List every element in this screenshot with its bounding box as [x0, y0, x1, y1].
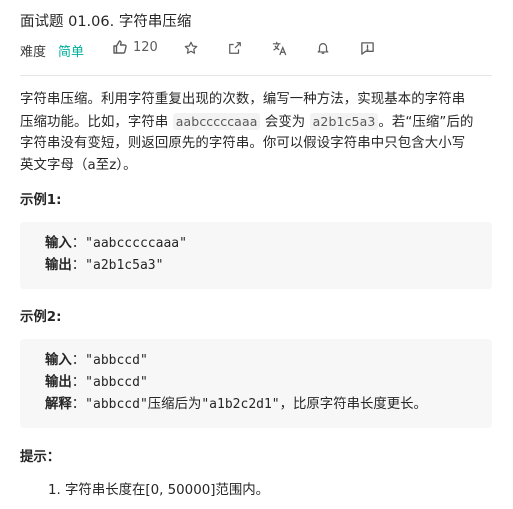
hints-heading: 提示： [20, 450, 61, 465]
output-label: 输出 [45, 375, 72, 390]
bell-icon [317, 43, 329, 54]
input-label: 输入 [45, 353, 72, 368]
like-button[interactable]: 120 [112, 39, 158, 55]
description-line: 会变为 [264, 114, 306, 130]
difficulty-badge: 简单 [58, 45, 85, 60]
explain-code: "abbccd" [85, 397, 148, 412]
description-line: 压缩功能。比如，字符串 [20, 114, 169, 130]
input-value: "aabcccccaaa" [85, 236, 187, 251]
thumbs-up-icon [112, 39, 128, 55]
translate-icon [272, 41, 286, 55]
inline-code: aabcccccaaa [172, 112, 261, 130]
star-icon [184, 41, 198, 54]
example-heading: 示例1: [20, 193, 62, 208]
description-line: 字符串没有变短，则返回原先的字符串。你可以假设字符串中只包含大小写 [20, 136, 466, 151]
description-line: 。若“压缩”后的 [378, 114, 474, 130]
problem-description: 字符串压缩。利用字符重复出现的次数，编写一种方法，实现基本的字符串 压缩功能。比… [20, 89, 496, 176]
inline-code: a2b1c5a3 [309, 112, 379, 130]
description-line: 英文字母（a至z）。 [20, 157, 137, 173]
example-block: 输入："abbccd" 输出："abbccd" 解释："abbccd"压缩后为"… [20, 339, 492, 428]
input-value: "abbccd" [85, 353, 148, 368]
description-line: 字符串压缩。利用字符重复出现的次数，编写一种方法，实现基本的字符串 [20, 92, 466, 107]
output-value: "abbccd" [85, 375, 148, 390]
share-button[interactable] [227, 40, 243, 56]
problem-meta-bar: 难度 简单 120 [20, 39, 492, 60]
example-block: 输入："aabcccccaaa" 输出："a2b1c5a3" [20, 222, 492, 289]
subscribe-button[interactable] [315, 40, 331, 56]
feedback-icon [360, 41, 374, 55]
input-label: 输入 [45, 236, 72, 251]
output-label: 输出 [45, 258, 72, 273]
hint-item: 1. 字符串长度在[0, 50000]范围内。 [48, 483, 270, 498]
page-title: 面试题 01.06. 字符串压缩 [20, 14, 192, 30]
explain-text: 压缩后为 [147, 397, 202, 412]
explain-code: "a1b2c2d1" [201, 397, 280, 412]
hint-list: 1. 字符串长度在[0, 50000]范围内。 [48, 478, 269, 498]
output-value: "a2b1c5a3" [85, 258, 164, 273]
example-heading: 示例2: [20, 310, 62, 325]
feedback-button[interactable] [359, 40, 375, 56]
explain-text: ，比原字符串长度更长。 [279, 397, 427, 412]
favorite-button[interactable] [183, 40, 199, 56]
share-icon [229, 42, 241, 54]
like-count: 120 [133, 39, 158, 55]
translate-button[interactable] [271, 40, 287, 56]
divider [20, 75, 492, 76]
difficulty-label: 难度 [20, 45, 47, 60]
explain-label: 解释 [45, 397, 72, 412]
